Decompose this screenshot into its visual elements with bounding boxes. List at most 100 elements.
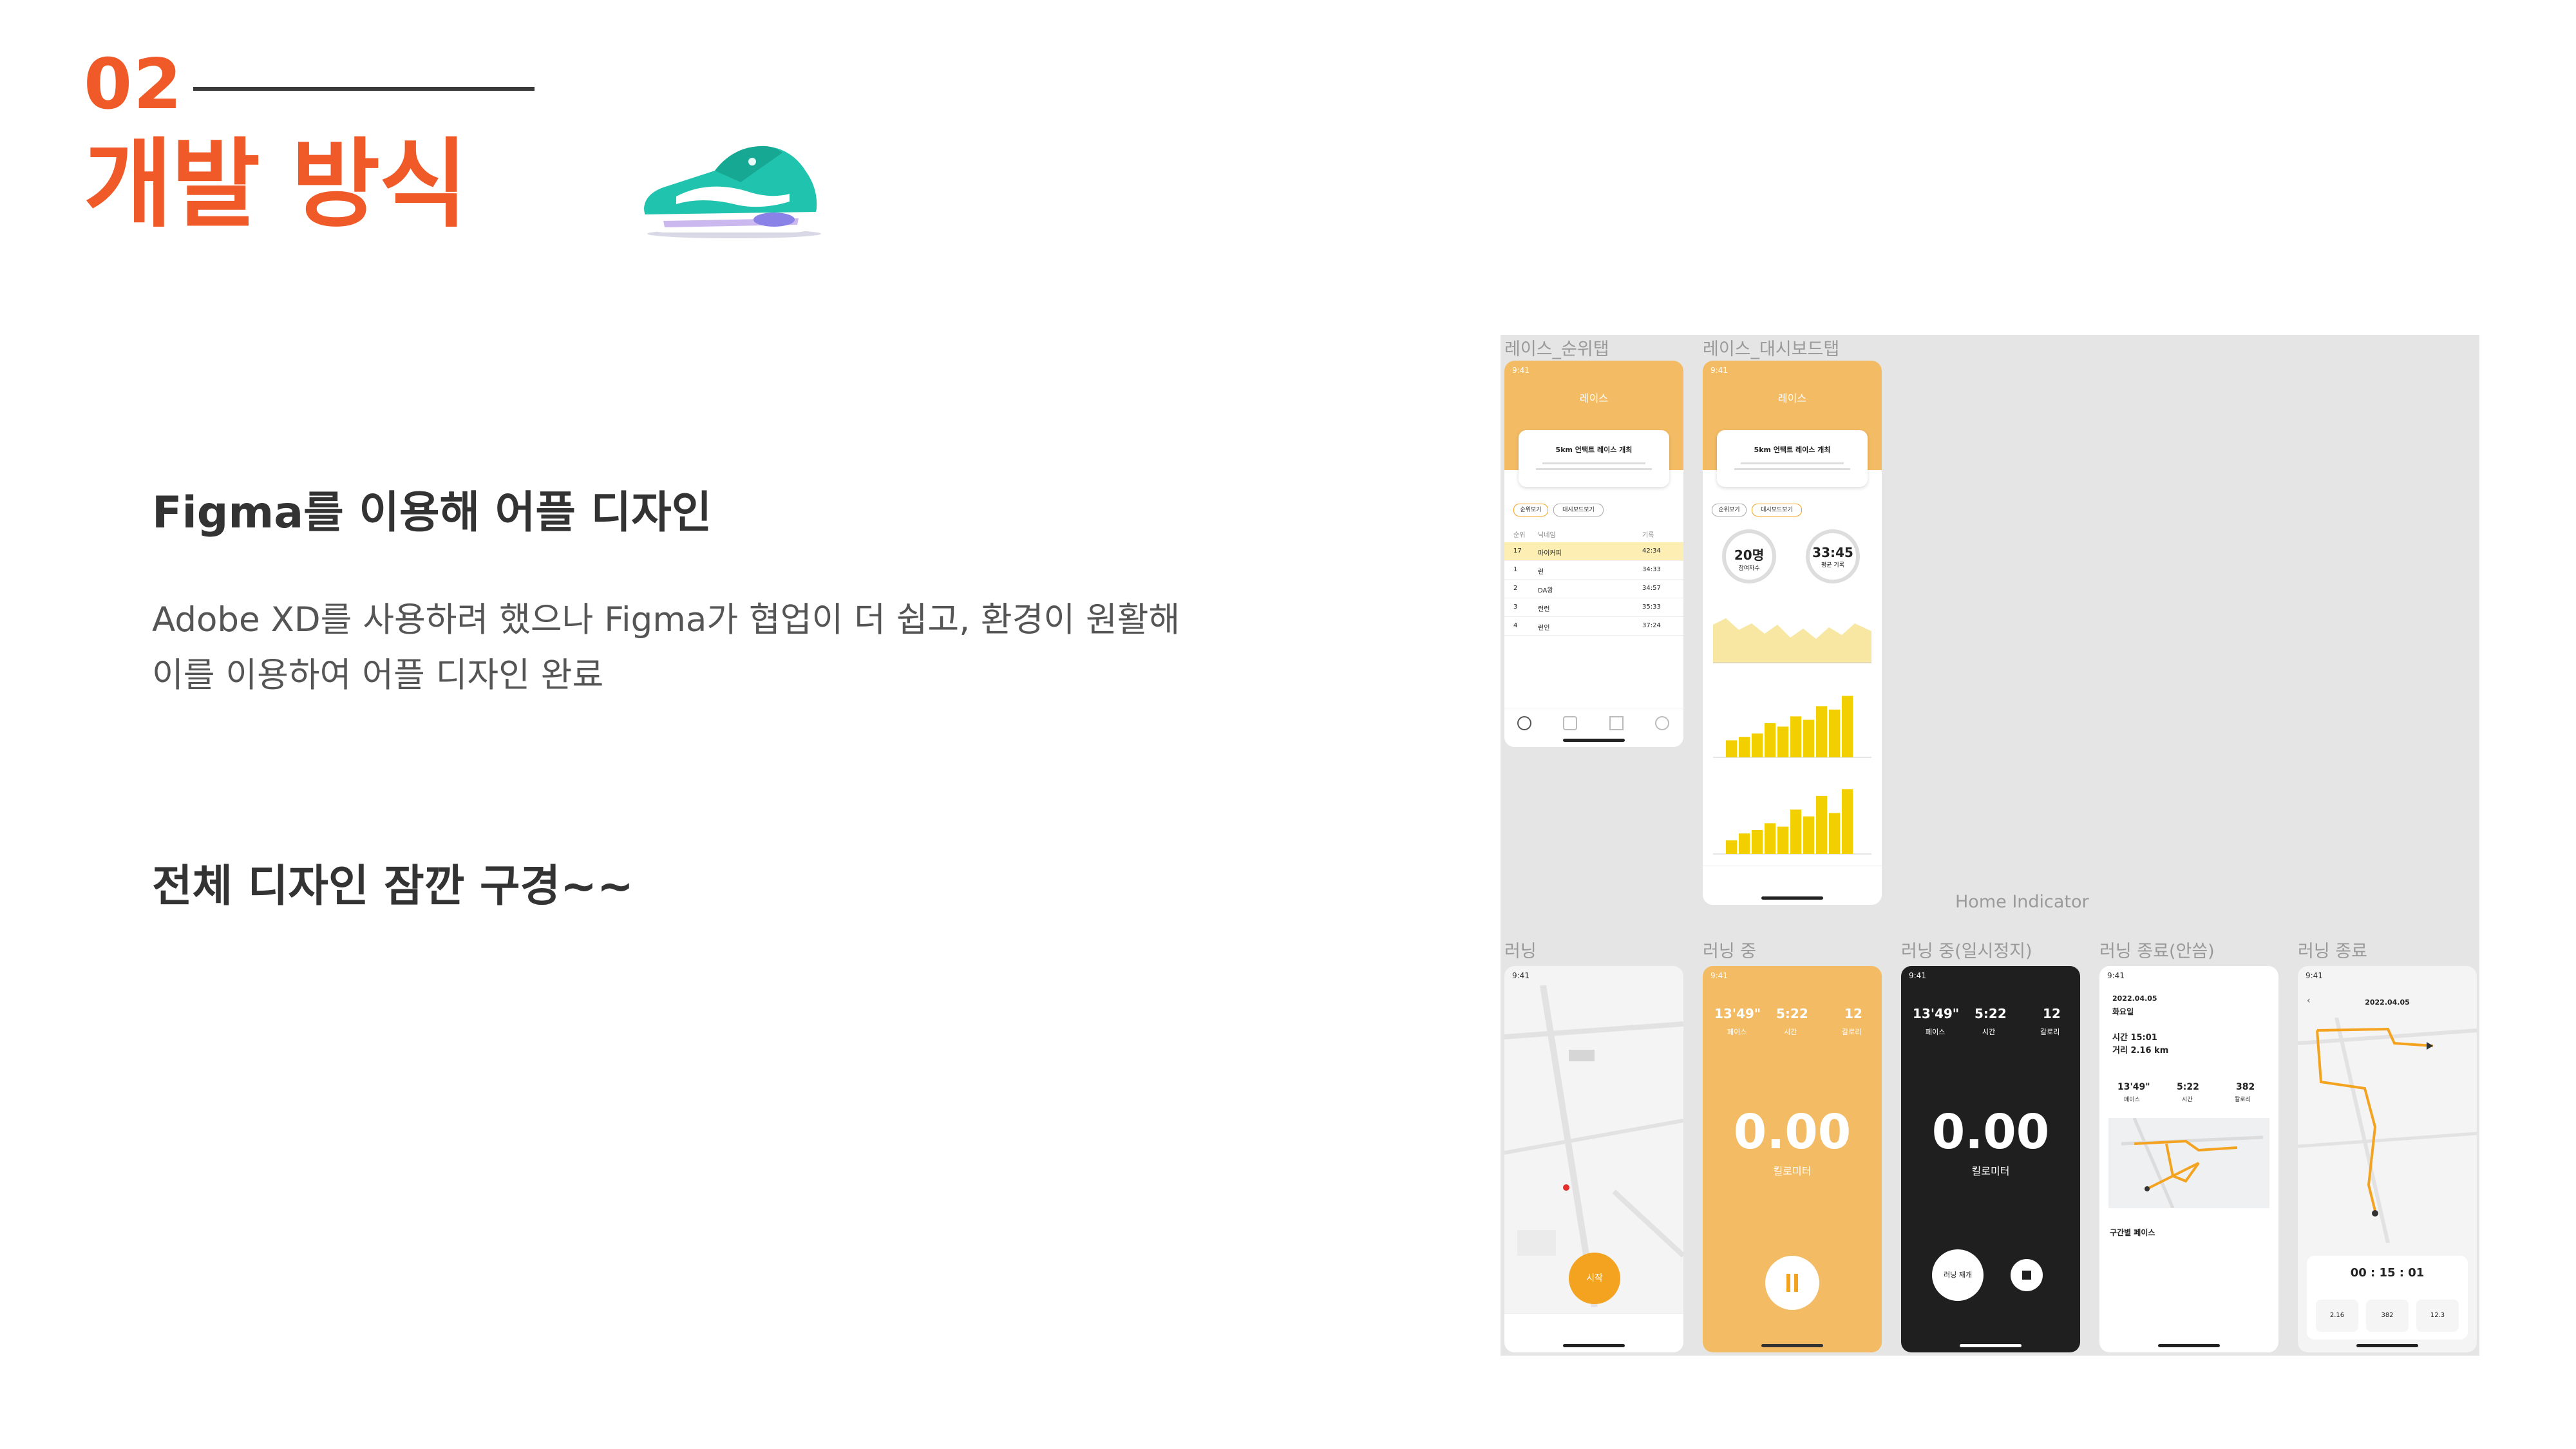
chart-bar [1803, 719, 1814, 757]
route-map [2298, 1018, 2477, 1243]
rank-cell-time: 35:33 [1642, 603, 1661, 611]
rank-cell-name: 런 [1538, 569, 1544, 576]
frame-label-running: 러닝 [1504, 942, 1537, 961]
chart-bar [1842, 789, 1853, 854]
rank-cell-rank: 1 [1513, 566, 1518, 573]
section-title: 개발 방식 [84, 129, 468, 241]
sneaker-icon [644, 146, 821, 238]
tab-bar [1703, 866, 1882, 905]
end-calorie-label: 칼로리 [2235, 1097, 2251, 1103]
stats-tab-icon[interactable] [1609, 716, 1624, 730]
table-row: 1 런 34:33 [1504, 561, 1683, 580]
section-number: 02 [84, 44, 184, 125]
chart-bar [1752, 733, 1763, 757]
rank-cell-time: 37:24 [1642, 622, 1661, 629]
body-line-2: 이를 이용하여 어플 디자인 완료 [152, 656, 604, 695]
chart-bar [1752, 829, 1763, 854]
time-value: 5:22 [1975, 1006, 2007, 1021]
chart-bar [1829, 813, 1840, 854]
stop-button[interactable] [2011, 1259, 2043, 1291]
chart-bar [1803, 816, 1814, 854]
race-card-line [1536, 468, 1652, 470]
end-weekday: 화요일 [2112, 1007, 2134, 1016]
race-card-line [1542, 462, 1645, 464]
pace-label: 페이스 [1727, 1028, 1747, 1036]
body-text: Adobe XD를 사용하려 했으나 Figma가 협업이 더 쉽고, 환경이 … [152, 592, 1180, 703]
race-tab-icon[interactable] [1517, 716, 1531, 730]
tab-bar [1504, 708, 1683, 747]
tab-dashboard[interactable]: 대시보드보기 [1553, 504, 1604, 516]
chart-bar [1726, 840, 1737, 854]
rank-cell-rank: 17 [1513, 547, 1522, 554]
phone-race-dashboard: 9:41 레이스 5km 언택트 레이스 개최 순위보기 대시보드보기 20명 … [1703, 361, 1882, 905]
subheading-2: 전체 디자인 잠깐 구경~~ [152, 861, 634, 912]
phone-running-end: 9:41 ‹ 2022.04.05 00 : 15 : 01 2.16 382 … [2298, 966, 2477, 1352]
phone-running-end-unused: 9:41 2022.04.05 화요일 시간 15:01 거리 2.16 km … [2099, 966, 2278, 1352]
rank-cell-name: DA왕 [1538, 587, 1553, 594]
rank-cell-rank: 4 [1513, 622, 1518, 629]
tab-bar [1504, 1313, 1683, 1352]
final-stat-distance: 2.16 [2316, 1300, 2358, 1332]
home-indicator [2158, 1344, 2220, 1347]
resume-button[interactable]: 러닝 재개 [1932, 1249, 1984, 1301]
tab-dashboard[interactable]: 대시보드보기 [1752, 504, 1802, 516]
calorie-label: 칼로리 [2040, 1028, 2060, 1036]
calorie-label: 칼로리 [1842, 1028, 1862, 1036]
chart-bar [1726, 740, 1737, 757]
rank-cell-rank: 2 [1513, 585, 1518, 592]
route-map [2108, 1118, 2269, 1208]
phone-running-active: 9:41 13'49" 페이스 5:22 시간 12 칼로리 0.00 킬로미터 [1703, 966, 1882, 1352]
final-stat-pace: 12.3 [2416, 1300, 2459, 1332]
pace-value: 13'49" [1913, 1006, 1960, 1021]
run-tab-icon[interactable] [1563, 716, 1578, 730]
table-row: 4 런인 37:24 [1504, 617, 1683, 636]
race-card-title: 5km 언택트 레이스 개최 [1555, 446, 1633, 454]
table-row: 2 DA왕 34:57 [1504, 580, 1683, 598]
subheading: Figma를 이용해 어플 디자인 [152, 488, 712, 538]
end-pace-value: 13'49" [2117, 1082, 2150, 1092]
frame-label-race-dashboard: 레이스_대시보드탭 [1703, 339, 1840, 359]
chart-bar [1777, 726, 1788, 757]
figma-board: 레이스_순위탭 레이스_대시보드탭 9:41 레이스 5km 언택트 레이스 개… [1501, 335, 2479, 1356]
home-indicator [1563, 739, 1625, 742]
rank-cell-time: 42:34 [1642, 547, 1661, 554]
start-button[interactable]: 시작 [1569, 1253, 1620, 1304]
average-value: 33:45 [1812, 545, 1853, 560]
time-label: 시간 [1982, 1028, 1996, 1036]
distance-unit: 킬로미터 [1773, 1165, 1812, 1177]
tab-rank[interactable]: 순위보기 [1513, 504, 1548, 516]
status-time: 9:41 [2306, 971, 2323, 980]
time-value: 5:22 [1776, 1006, 1808, 1021]
location-marker [1563, 1184, 1569, 1191]
summary-card: 00 : 15 : 01 2.16 382 12.3 [2307, 1256, 2468, 1340]
frame-label-running-active: 러닝 중 [1703, 942, 1757, 961]
chart-bar [1739, 833, 1750, 854]
phone-running-paused: 9:41 13'49" 페이스 5:22 시간 12 칼로리 0.00 킬로미터… [1901, 966, 2080, 1352]
frame-label-running-end: 러닝 종료 [2298, 942, 2367, 961]
rank-col-time: 기록 [1642, 532, 1654, 539]
status-time: 9:41 [1710, 366, 1728, 375]
tab-rank[interactable]: 순위보기 [1712, 504, 1747, 516]
frame-label-race-rank: 레이스_순위탭 [1504, 339, 1609, 359]
pause-icon [1786, 1274, 1790, 1292]
race-card: 5km 언택트 레이스 개최 [1519, 430, 1669, 487]
race-card-line [1741, 462, 1844, 464]
race-title: 레이스 [1777, 392, 1807, 404]
chart-bar [1739, 737, 1750, 757]
distance-unit: 킬로미터 [1971, 1165, 2010, 1177]
pause-button[interactable] [1765, 1256, 1819, 1310]
rank-cell-time: 34:57 [1642, 585, 1661, 592]
calorie-value: 12 [1844, 1006, 1862, 1021]
calorie-value: 12 [2043, 1006, 2061, 1021]
end-calorie-value: 382 [2236, 1082, 2255, 1092]
average-stat: 33:45 평균 기록 [1806, 529, 1860, 583]
race-card: 5km 언택트 레이스 개최 [1717, 430, 1868, 487]
status-time: 9:41 [2107, 971, 2125, 980]
home-indicator [1761, 896, 1823, 900]
time-label: 시간 [1784, 1028, 1797, 1036]
participants-stat: 20명 참여자수 [1722, 529, 1776, 583]
status-time: 9:41 [1710, 971, 1728, 980]
profile-tab-icon[interactable] [1654, 716, 1669, 730]
chart-bar [1777, 826, 1788, 854]
end-time-label: 시간 [2182, 1097, 2193, 1103]
